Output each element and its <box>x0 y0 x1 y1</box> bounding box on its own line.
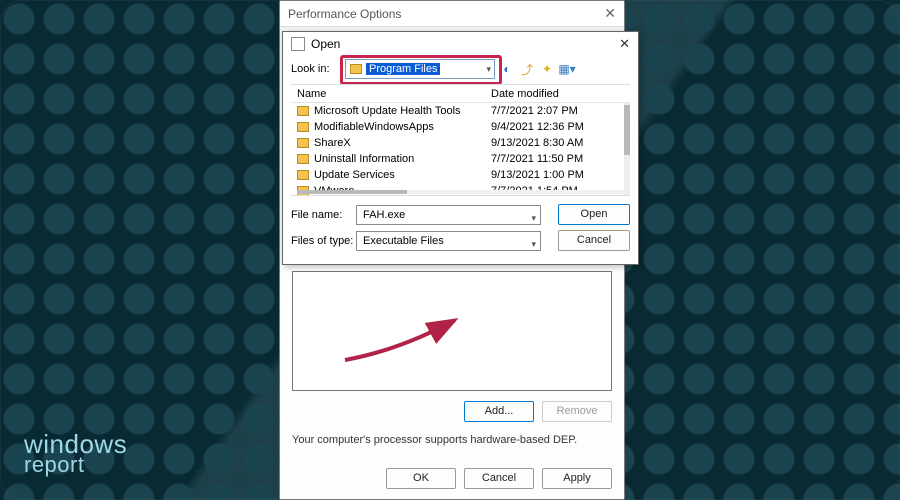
filetype-value: Executable Files <box>363 235 444 247</box>
ok-button[interactable]: OK <box>386 468 456 489</box>
vertical-scrollbar[interactable] <box>624 103 630 195</box>
chevron-down-icon[interactable]: ▾ <box>531 209 536 227</box>
folder-icon <box>297 106 309 116</box>
open-title: Open <box>311 37 340 51</box>
column-name[interactable]: Name <box>291 88 491 100</box>
list-item[interactable]: ModifiableWindowsApps9/4/2021 12:36 PM <box>291 119 630 135</box>
item-date: 7/7/2021 2:07 PM <box>491 105 578 117</box>
column-date[interactable]: Date modified <box>491 88 630 100</box>
close-icon[interactable]: ✕ <box>619 36 630 52</box>
list-item[interactable]: Microsoft Update Health Tools7/7/2021 2:… <box>291 103 630 119</box>
folder-icon <box>297 170 309 180</box>
filetype-label: Files of type: <box>291 235 356 247</box>
cancel-open-button[interactable]: Cancel <box>558 230 630 251</box>
item-date: 9/13/2021 1:00 PM <box>491 169 584 181</box>
back-icon[interactable]: ◐ <box>499 61 515 77</box>
parent-titlebar[interactable]: Performance Options ✕ <box>280 1 624 27</box>
remove-button: Remove <box>542 401 612 422</box>
chevron-down-icon[interactable]: ▾ <box>486 64 491 75</box>
lookin-value: Program Files <box>366 63 440 75</box>
folder-icon <box>297 138 309 148</box>
parent-body: Add... Remove Your computer's processor … <box>280 263 624 499</box>
open-dialog: Open ✕ Look in: Program Files ▾ ◐ ⤴ ✦ ▦▾… <box>282 31 639 265</box>
filename-label: File name: <box>291 209 356 221</box>
watermark: windows report <box>24 432 127 476</box>
item-date: 7/7/2021 11:50 PM <box>491 153 583 165</box>
folder-icon <box>297 154 309 164</box>
open-titlebar[interactable]: Open ✕ <box>283 32 638 56</box>
file-list-header[interactable]: Name Date modified <box>291 85 630 103</box>
open-button[interactable]: Open <box>558 204 630 225</box>
item-date: 9/4/2021 12:36 PM <box>491 121 584 133</box>
list-item[interactable]: Update Services9/13/2021 1:00 PM <box>291 167 630 183</box>
dep-program-list[interactable] <box>292 271 612 391</box>
up-icon[interactable]: ⤴ <box>519 61 535 77</box>
close-icon[interactable]: ✕ <box>604 5 616 22</box>
item-name: Microsoft Update Health Tools <box>314 105 491 117</box>
item-date: 9/13/2021 8:30 AM <box>491 137 583 149</box>
folder-icon <box>297 122 309 132</box>
lookin-label: Look in: <box>291 63 341 75</box>
lookin-combo[interactable]: Program Files ▾ <box>345 59 495 79</box>
item-name: ModifiableWindowsApps <box>314 121 491 133</box>
parent-title: Performance Options <box>288 7 401 21</box>
filename-value: FAH.exe <box>363 209 405 221</box>
item-name: ShareX <box>314 137 491 149</box>
list-item[interactable]: Uninstall Information7/7/2021 11:50 PM <box>291 151 630 167</box>
chevron-down-icon[interactable]: ▾ <box>531 235 536 253</box>
dep-support-text: Your computer's processor supports hardw… <box>292 434 612 446</box>
horizontal-scrollbar[interactable] <box>297 190 624 194</box>
list-item[interactable]: ShareX9/13/2021 8:30 AM <box>291 135 630 151</box>
cancel-button[interactable]: Cancel <box>464 468 534 489</box>
app-icon <box>291 37 305 51</box>
file-list[interactable]: Name Date modified Microsoft Update Heal… <box>291 84 630 196</box>
folder-icon <box>350 64 362 74</box>
views-icon[interactable]: ▦▾ <box>559 61 575 77</box>
scrollbar-thumb[interactable] <box>297 190 407 194</box>
new-folder-icon[interactable]: ✦ <box>539 61 555 77</box>
filename-input[interactable]: FAH.exe ▾ <box>356 205 541 225</box>
add-button[interactable]: Add... <box>464 401 534 422</box>
apply-button[interactable]: Apply <box>542 468 612 489</box>
scrollbar-thumb[interactable] <box>624 105 630 155</box>
item-name: Update Services <box>314 169 491 181</box>
filetype-combo[interactable]: Executable Files ▾ <box>356 231 541 251</box>
item-name: Uninstall Information <box>314 153 491 165</box>
